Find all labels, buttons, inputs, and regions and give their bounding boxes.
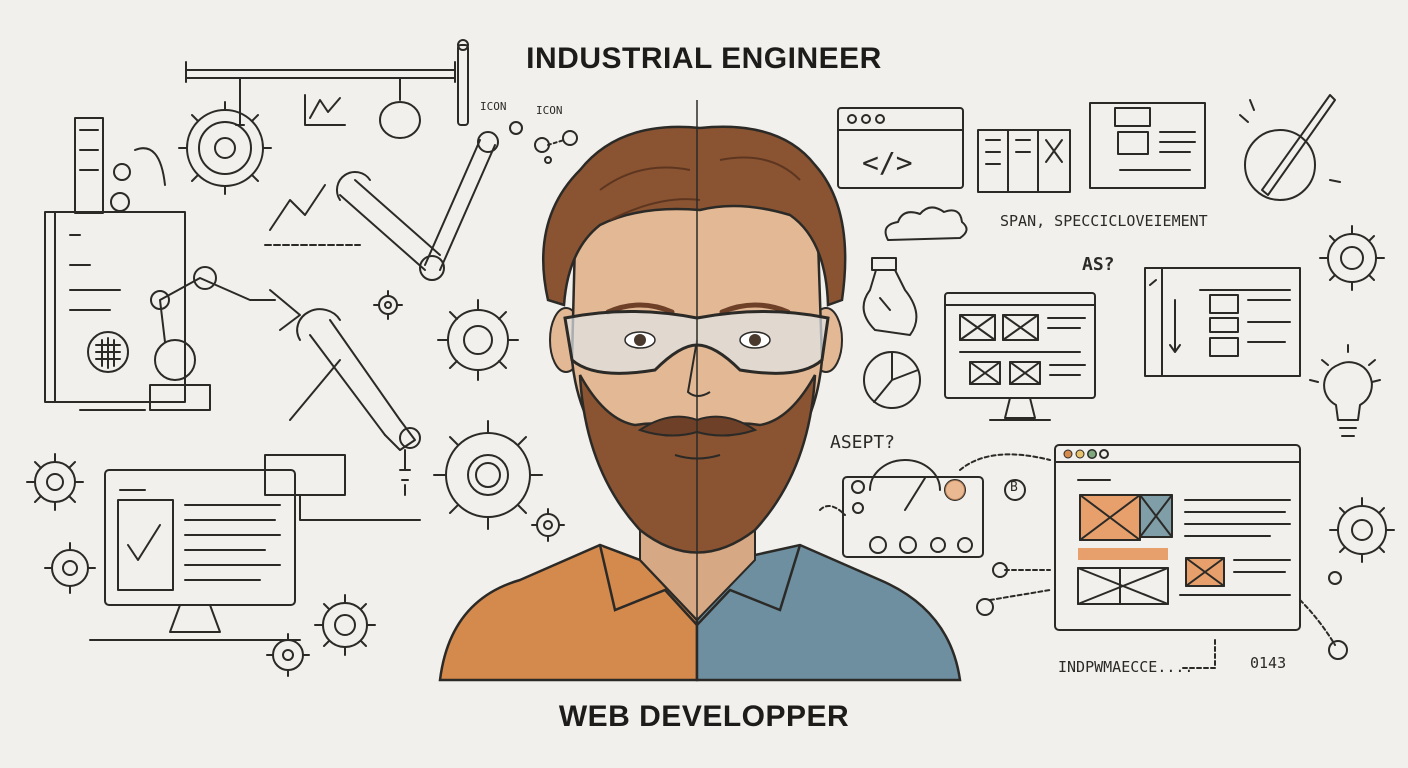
gear-icon xyxy=(1329,497,1395,563)
b-node-label: B xyxy=(1010,480,1018,495)
mini-chart-icon xyxy=(304,94,346,126)
browser-window xyxy=(1054,444,1301,631)
pen-icon xyxy=(1239,94,1341,201)
lightbulb-icon xyxy=(1309,344,1381,437)
hanging-arm xyxy=(235,77,245,126)
gear-icon xyxy=(44,542,96,594)
aspt-note: ASEPT? xyxy=(830,432,896,453)
robot-arm xyxy=(149,266,301,411)
pie-chart-icon xyxy=(863,351,921,409)
robot-arm-upper xyxy=(264,131,499,281)
gear-icon xyxy=(437,299,519,381)
hanging-bulb xyxy=(379,77,421,139)
gear-icon xyxy=(433,420,543,530)
span-note: SPAN, SPECCICLOVEIEMENT xyxy=(1000,212,1208,230)
wireframe-page xyxy=(1089,102,1206,189)
icon-label: ICON xyxy=(480,100,507,113)
chimney xyxy=(74,117,104,214)
icon-label: ICON xyxy=(536,104,563,117)
gear-icon xyxy=(531,508,565,542)
smoke-cloud xyxy=(884,206,968,241)
wireframe-strip xyxy=(977,129,1071,193)
industrial-sketches xyxy=(26,39,578,677)
gear-icon xyxy=(373,290,403,320)
top-heading: INDUSTRIAL ENGINEER xyxy=(526,42,882,75)
gear-icon xyxy=(1319,225,1385,291)
code-tag: </> xyxy=(862,146,913,179)
web-sketches xyxy=(819,94,1395,669)
bottom-note-2: 0143 xyxy=(1250,654,1287,672)
bottom-heading: WEB DEVELOPPER xyxy=(558,700,850,733)
gear-icon xyxy=(314,594,376,656)
robot-arm-lower xyxy=(264,308,421,521)
ast-note: AS? xyxy=(1082,254,1115,275)
illustration: INDUSTRIAL ENGINEER WEB DEVELOPPER ICON … xyxy=(0,0,1408,768)
sketch-canvas xyxy=(26,39,1395,682)
dashboard-panel xyxy=(819,459,984,558)
bottom-note: INDPWMAECCE.... xyxy=(1058,658,1194,676)
wireframe-layout xyxy=(1144,267,1301,377)
monitor-wireframe xyxy=(944,292,1096,421)
gear-icon xyxy=(26,453,84,511)
gear-icon xyxy=(178,101,272,195)
flask-icon xyxy=(862,257,918,336)
